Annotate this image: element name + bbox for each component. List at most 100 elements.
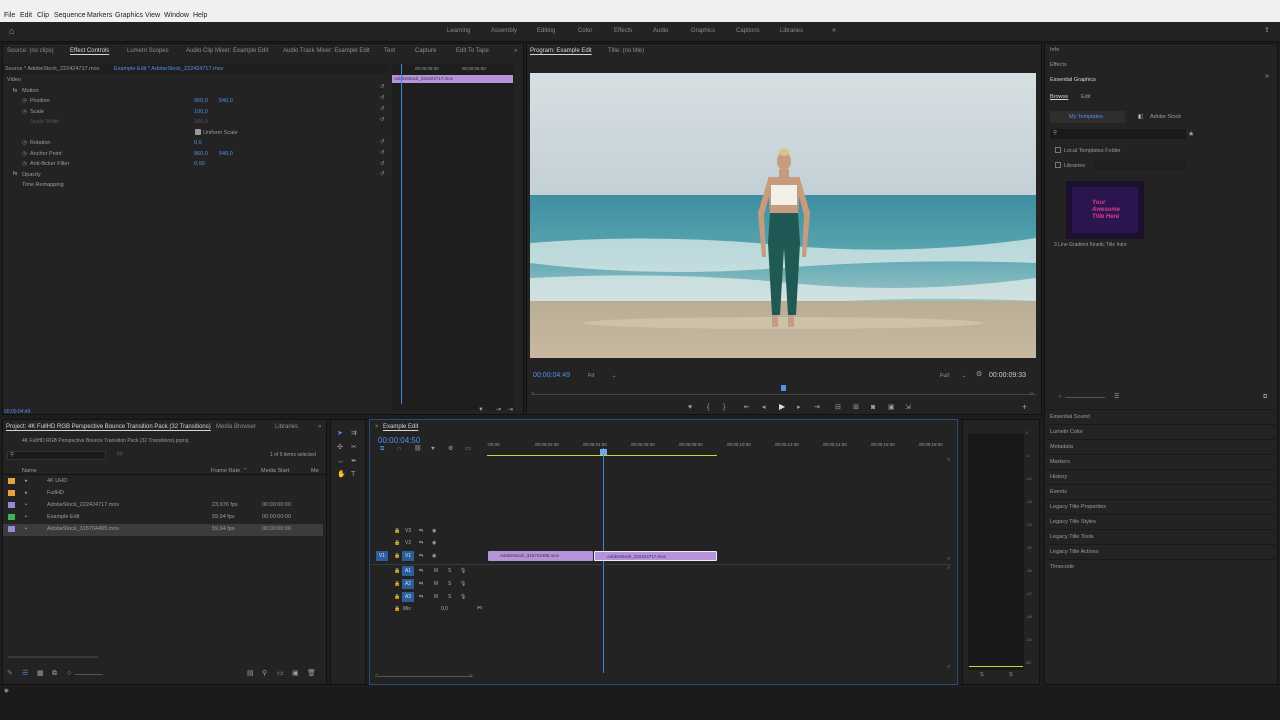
mute-button[interactable]: M xyxy=(434,581,438,587)
selection-tool-icon[interactable]: ➤ xyxy=(337,430,343,437)
project-scrollbar[interactable] xyxy=(8,656,98,658)
mini-playhead[interactable] xyxy=(401,64,402,404)
mark-out-icon[interactable]: } xyxy=(723,404,725,411)
pen-tool-icon[interactable]: ✒ xyxy=(351,458,357,465)
lock-icon[interactable]: 🔒 xyxy=(394,553,400,559)
time-remapping-label[interactable]: Time Remapping xyxy=(22,182,64,188)
reset-icon[interactable]: ↺ xyxy=(380,139,385,145)
timeline-scroll-marker[interactable]: ○ xyxy=(947,457,950,463)
new-item-icon[interactable]: ▣ xyxy=(292,670,299,677)
close-icon[interactable]: × xyxy=(375,424,379,430)
mic-icon[interactable]: 🎙 xyxy=(460,568,466,574)
export-frame-icon[interactable]: ⇲ xyxy=(905,404,911,411)
track-label-a2[interactable]: A2 xyxy=(402,579,414,589)
project-item[interactable]: ▪ AdobeStock_315704495.mov 59,94 fps 00:… xyxy=(3,524,323,536)
menu-sequence[interactable]: Sequence xyxy=(54,12,86,19)
play-icon[interactable]: ▶ xyxy=(779,403,785,411)
workspace-graphics[interactable]: Graphics xyxy=(691,28,715,34)
workspace-editing[interactable]: Editing xyxy=(537,28,555,34)
my-templates-tab[interactable]: My Templates xyxy=(1050,111,1125,123)
program-playhead[interactable] xyxy=(781,385,786,391)
go-to-out-icon[interactable]: ⇥ xyxy=(814,404,820,411)
motion-label[interactable]: Motion xyxy=(22,88,39,94)
tab-text[interactable]: Text xyxy=(384,48,395,54)
export-icon[interactable]: ⇥ xyxy=(508,407,513,413)
track-label-a1[interactable]: A1 xyxy=(402,566,414,576)
solo-button[interactable]: S xyxy=(448,568,451,574)
zoom-slider-icon[interactable]: ○ xyxy=(67,670,71,677)
tab-edit-to-tape[interactable]: Edit To Tape xyxy=(456,48,489,54)
lock-icon[interactable]: 🔒 xyxy=(394,581,400,587)
mix-value[interactable]: 0,0 xyxy=(441,606,448,612)
right-panel-item[interactable]: Metadata xyxy=(1044,439,1278,453)
wrench-icon[interactable]: ⚙ xyxy=(976,371,982,378)
tab-source[interactable]: Source: (no clips) xyxy=(7,48,54,54)
right-panel-item[interactable]: Legacy Title Styles xyxy=(1044,514,1278,528)
menu-edit[interactable]: Edit xyxy=(20,12,32,19)
right-panel-item[interactable]: Legacy Title Tools xyxy=(1044,529,1278,543)
track-label-v1[interactable]: V1 xyxy=(402,551,414,561)
reset-icon[interactable]: ↺ xyxy=(380,150,385,156)
stopwatch-icon[interactable]: ◷ xyxy=(22,140,27,146)
stopwatch-icon[interactable]: ◷ xyxy=(22,161,27,167)
tab-effect-controls[interactable]: Effect Controls xyxy=(70,48,109,54)
list-view-icon[interactable]: ☰ xyxy=(22,670,28,677)
filter-icon[interactable]: ▼ xyxy=(478,407,484,413)
add-marker-icon[interactable]: ♥ xyxy=(431,446,435,452)
tab-audio-track-mixer[interactable]: Audio Track Mixer: Example Edit xyxy=(283,48,370,54)
program-scrub-bar[interactable] xyxy=(532,394,1036,395)
freeform-view-icon[interactable]: ⧉ xyxy=(52,670,57,677)
workspace-captions[interactable]: Captions xyxy=(736,28,760,34)
timeline-zoom-scrollbar[interactable] xyxy=(378,676,473,677)
mini-clip[interactable]: AdobeStock_222424717.mov xyxy=(392,75,513,83)
project-item[interactable]: ▪ AdobeStock_222424717.mov 23,976 fps 00… xyxy=(3,500,323,512)
position-x-value[interactable]: 960,0 xyxy=(194,98,208,104)
uniform-scale-checkbox[interactable] xyxy=(195,129,201,135)
mark-in-icon[interactable]: { xyxy=(707,404,709,411)
label-color-swatch[interactable] xyxy=(8,502,15,508)
zoom-slider[interactable] xyxy=(75,674,103,675)
comparison-view-icon[interactable]: ▣ xyxy=(888,404,895,411)
column-more[interactable]: Me xyxy=(311,468,319,474)
lock-icon[interactable]: 🔒 xyxy=(394,528,400,534)
marker-icon[interactable]: ♥ xyxy=(688,404,692,411)
reset-icon[interactable]: ↺ xyxy=(380,106,385,112)
source-clip-label[interactable]: Source * AdobeStock_222424717.mov xyxy=(5,66,100,72)
step-back-icon[interactable]: ◂ xyxy=(762,404,766,411)
tab-capture[interactable]: Capture xyxy=(415,48,436,54)
zoom-handle[interactable]: ○ xyxy=(375,673,378,679)
mute-button[interactable]: M xyxy=(434,568,438,574)
tab-edit[interactable]: Edit xyxy=(1081,94,1090,100)
right-panel-item[interactable]: Legacy Title Properties xyxy=(1044,499,1278,513)
tab-title[interactable]: Title: (no title) xyxy=(608,48,644,54)
workspace-effects[interactable]: Effects xyxy=(614,28,632,34)
panel-more-icon[interactable]: » xyxy=(318,424,321,430)
track-label-v2[interactable]: V2 xyxy=(405,540,411,546)
track-label-v3[interactable]: V3 xyxy=(405,528,411,534)
info-panel-label[interactable]: Info xyxy=(1050,47,1059,53)
nest-icon[interactable]: ⧉ xyxy=(380,446,384,452)
fit-dropdown[interactable]: Fit xyxy=(588,373,594,379)
home-icon[interactable]: ⌂ xyxy=(9,27,14,36)
solo-button[interactable]: S xyxy=(448,581,451,587)
menu-graphics[interactable]: Graphics xyxy=(115,12,143,19)
adobe-stock-tab[interactable]: Adobe Stock xyxy=(1150,114,1181,120)
lock-icon[interactable]: 🔒 xyxy=(394,540,400,546)
export-icon[interactable]: ⇥ xyxy=(496,407,501,413)
menu-view[interactable]: View xyxy=(145,12,160,19)
reset-icon[interactable]: ↺ xyxy=(380,95,385,101)
timeline-ruler[interactable]: :00:00 00:00:02:00 00:00:04:00 00:00:06:00 0… xyxy=(487,440,947,452)
column-frame-rate[interactable]: Frame Rate xyxy=(211,468,240,474)
anchor-x-value[interactable]: 960,0 xyxy=(194,151,208,157)
sync-lock-icon[interactable]: ⇆ xyxy=(419,528,423,534)
eye-icon[interactable]: ◉ xyxy=(432,553,436,559)
type-tool-icon[interactable]: T xyxy=(351,471,355,478)
panel-more-icon[interactable]: » xyxy=(514,48,517,54)
anchor-y-value[interactable]: 540,0 xyxy=(219,151,233,157)
more-workspaces-icon[interactable]: » xyxy=(832,27,836,34)
tab-libraries[interactable]: Libraries xyxy=(275,424,298,430)
workspace-libraries[interactable]: Libraries xyxy=(780,28,803,34)
project-item[interactable]: ▸ FullHD xyxy=(3,488,323,500)
mute-button[interactable]: M xyxy=(434,594,438,600)
libraries-checkbox[interactable] xyxy=(1055,162,1061,168)
